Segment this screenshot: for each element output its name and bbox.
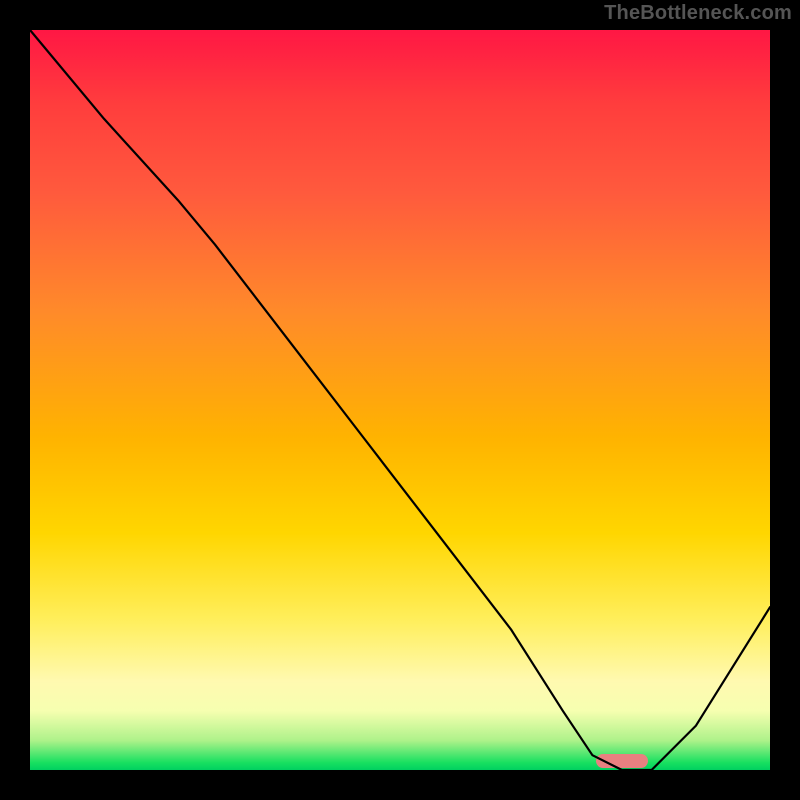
plot-area bbox=[30, 30, 770, 770]
chart-stage: TheBottleneck.com bbox=[0, 0, 800, 800]
watermark-text: TheBottleneck.com bbox=[604, 2, 792, 25]
bottleneck-curve bbox=[30, 30, 770, 770]
